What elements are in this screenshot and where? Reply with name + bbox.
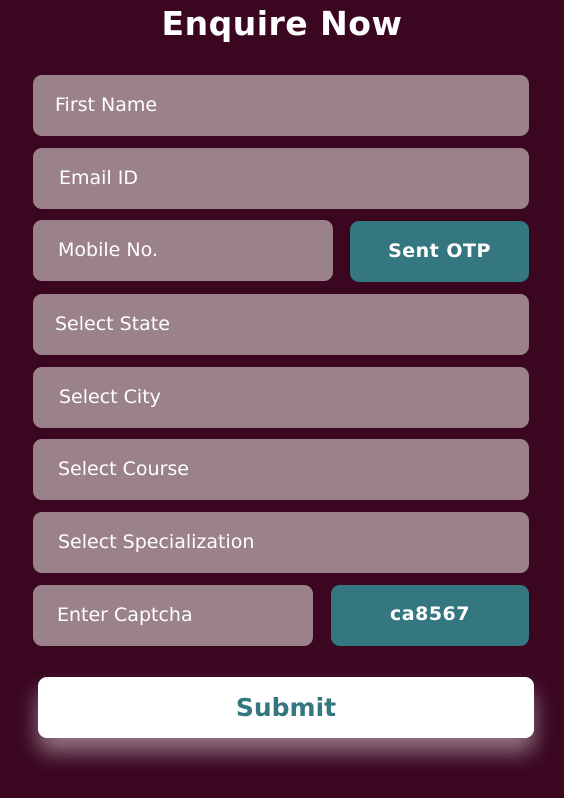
send-otp-button[interactable]: Sent OTP bbox=[350, 221, 529, 282]
captcha-code: ca8567 bbox=[331, 585, 529, 646]
form-title: Enquire Now bbox=[161, 4, 403, 43]
submit-button[interactable]: Submit bbox=[38, 677, 534, 738]
captcha-input[interactable]: Enter Captcha bbox=[33, 585, 313, 646]
email-field[interactable]: Email ID bbox=[33, 148, 529, 209]
course-select[interactable]: Select Course bbox=[33, 439, 529, 500]
specialization-select[interactable]: Select Specialization bbox=[33, 512, 529, 573]
mobile-field[interactable]: Mobile No. bbox=[33, 220, 333, 281]
first-name-field[interactable]: First Name bbox=[33, 75, 529, 136]
enquiry-form: Enquire Now First Name Email ID Mobile N… bbox=[0, 0, 564, 798]
city-select[interactable]: Select City bbox=[33, 367, 529, 428]
state-select[interactable]: Select State bbox=[33, 294, 529, 355]
